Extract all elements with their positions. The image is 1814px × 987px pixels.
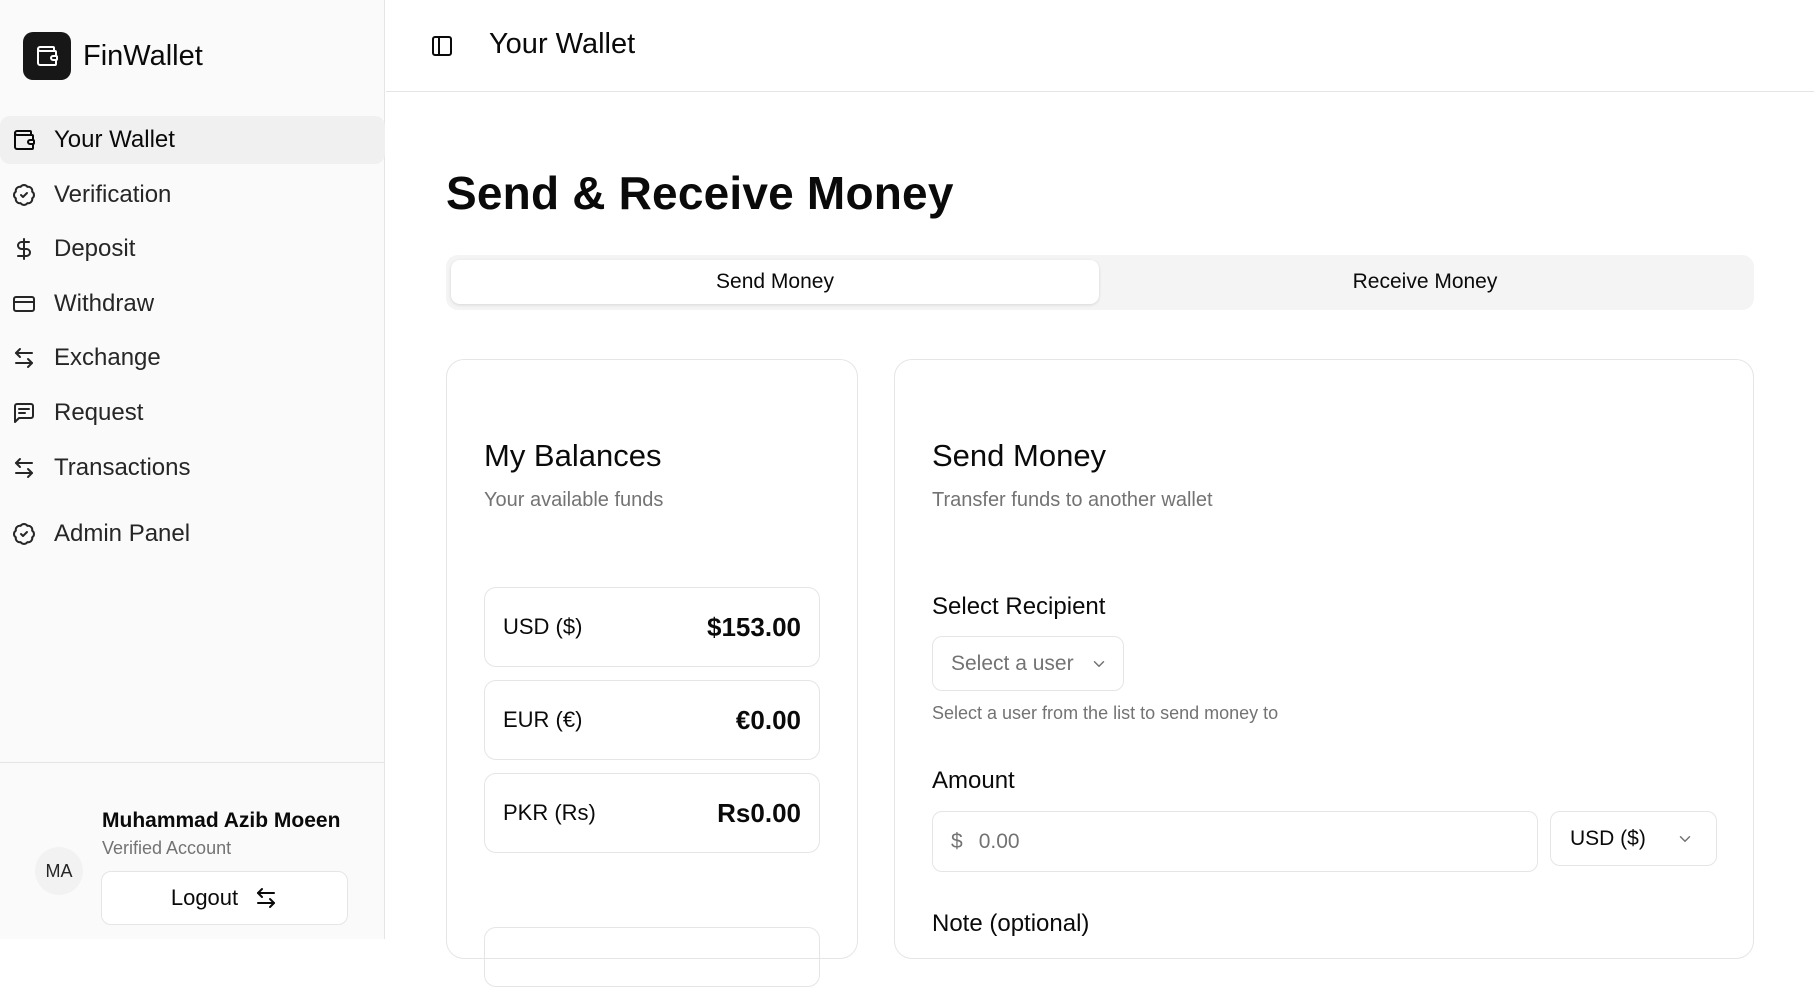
send-money-card: Send Money Transfer funds to another wal… [894,359,1754,959]
brand[interactable]: FinWallet [23,32,203,80]
badge-check-icon [13,183,35,206]
amount-field[interactable]: $ [932,811,1538,872]
sidebar-item-verification[interactable]: Verification [0,171,385,219]
currency-selected: USD ($) [1570,826,1646,850]
sidebar-item-label: Admin Panel [54,519,191,547]
balance-row-usd: USD ($) $153.00 [484,587,820,667]
amount-label: Amount [932,767,1015,794]
wallet-icon [14,130,35,150]
currency-prefix: $ [951,829,963,853]
sidebar-item-exchange[interactable]: Exchange [0,334,385,382]
sidebar-item-label: Verification [54,180,172,208]
arrows-exchange-icon [15,348,33,369]
user-status: Verified Account [102,838,232,858]
balance-row-eur: EUR (€) €0.00 [484,680,820,760]
user-panel: MA Muhammad Azib Moeen Verified Account … [0,762,385,939]
balances-subtitle: Your available funds [484,489,664,511]
sidebar-item-label: Request [54,398,144,426]
message-icon [14,402,34,423]
arrows-exchange-icon [15,457,33,478]
brand-name: FinWallet [83,39,203,72]
wallet-logo-icon [23,32,71,80]
sidebar-item-label: Withdraw [54,289,155,317]
tab-send-money[interactable]: Send Money [451,260,1099,304]
note-label: Note (optional) [932,910,1090,937]
chevron-down-icon [1679,835,1691,842]
sidebar-item-label: Exchange [54,344,161,372]
balances-title: My Balances [484,438,662,473]
logout-label: Logout [170,885,239,910]
balance-row-pkr: PKR (Rs) Rs0.00 [484,773,820,853]
balance-amount: €0.00 [735,704,801,735]
recipient-placeholder: Select a user [951,651,1074,675]
recipient-label: Select Recipient [932,593,1106,620]
avatar[interactable]: MA [35,847,83,895]
header-title: Your Wallet [489,28,636,60]
sidebar-nav: Your Wallet Verification Deposit Withdra… [0,116,385,564]
badge-check-icon [13,522,35,545]
dollar-icon [17,238,31,261]
user-name: Muhammad Azib Moeen [102,809,341,832]
balance-currency: USD ($) [503,614,583,639]
send-money-title: Send Money [932,438,1107,473]
sidebar-item-request[interactable]: Request [0,389,385,437]
sidebar-item-label: Deposit [54,235,136,263]
sidebar-item-deposit[interactable]: Deposit [0,225,385,273]
balance-amount: Rs0.00 [717,797,801,828]
top-header: Your Wallet [386,0,1814,92]
sidebar-item-transactions[interactable]: Transactions [0,444,385,492]
credit-card-icon [13,295,35,312]
send-money-subtitle: Transfer funds to another wallet [932,489,1213,511]
balance-amount: $153.00 [707,611,801,642]
recipient-select[interactable]: Select a user [932,636,1124,691]
logout-button[interactable]: Logout [101,871,348,925]
sidebar-item-your-wallet[interactable]: Your Wallet [0,116,385,164]
balances-action-button[interactable] [484,927,820,987]
amount-input[interactable] [976,828,1521,855]
chevron-down-icon [1093,660,1104,667]
sidebar-toggle-icon[interactable] [430,34,454,58]
sidebar-item-label: Your Wallet [54,126,175,153]
balance-currency: EUR (€) [503,707,583,732]
currency-select[interactable]: USD ($) [1550,811,1717,866]
balance-currency: PKR (Rs) [503,800,596,825]
arrows-exchange-icon [257,888,276,908]
sidebar-item-withdraw[interactable]: Withdraw [0,280,385,328]
sidebar-item-label: Transactions [54,453,191,481]
sidebar: FinWallet Your Wallet Verification Depos… [0,0,385,939]
sidebar-item-admin-panel[interactable]: Admin Panel [0,510,385,558]
page-title: Send & Receive Money [446,167,954,219]
recipient-hint: Select a user from the list to send mone… [932,703,1279,723]
tab-receive-money[interactable]: Receive Money [1101,260,1749,304]
balances-card: My Balances Your available funds USD ($)… [446,359,858,987]
tab-list: Send Money Receive Money [446,255,1754,310]
